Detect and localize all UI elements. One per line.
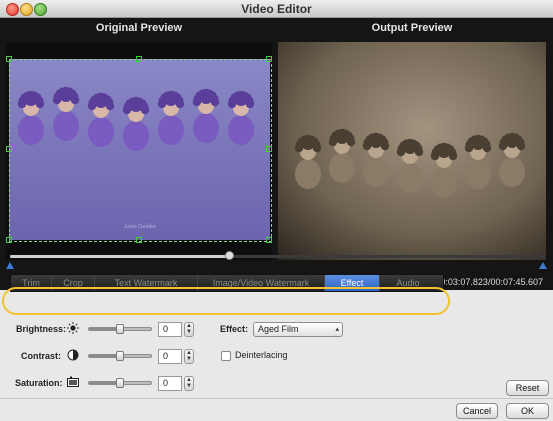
contrast-icon (67, 349, 79, 361)
tab-crop[interactable]: Crop (52, 275, 95, 291)
output-preview (278, 42, 546, 260)
crop-handle-bl[interactable] (6, 237, 12, 243)
updown-arrows-icon: ▴ (335, 326, 339, 333)
tab-trim[interactable]: Trim (11, 275, 52, 291)
start-marker-icon[interactable] (6, 262, 14, 269)
preview-area: Original Preview Output Preview Anne Ged… (0, 18, 553, 290)
crop-selection[interactable] (9, 59, 272, 242)
brightness-icon (67, 322, 79, 334)
saturation-icon (67, 376, 79, 387)
original-preview-title: Original Preview (95, 22, 183, 34)
edit-tabs: Trim Crop Text Watermark Image/Video Wat… (10, 274, 444, 292)
crop-handle-tl[interactable] (6, 56, 12, 62)
effect-label: Effect: (220, 324, 249, 334)
brightness-stepper[interactable]: ▲ ▼ (184, 322, 194, 337)
saturation-slider[interactable] (88, 378, 152, 388)
reset-button[interactable]: Reset (506, 380, 549, 396)
end-marker-icon[interactable] (539, 262, 547, 269)
crop-handle-r[interactable] (266, 146, 272, 152)
contrast-value[interactable]: 0 (158, 349, 182, 364)
deinterlacing-checkbox[interactable] (221, 351, 231, 361)
timeline-track[interactable] (10, 251, 545, 260)
brightness-value[interactable]: 0 (158, 322, 182, 337)
footer-divider (0, 398, 553, 399)
crop-handle-br[interactable] (266, 237, 272, 243)
timecode-display: 00:03:07.823/00:07:45.607 (435, 277, 543, 287)
title-bar: Video Editor (0, 0, 553, 18)
tab-audio[interactable]: Audio (380, 275, 436, 291)
original-preview[interactable]: Anne Geddes (6, 42, 272, 260)
contrast-stepper[interactable]: ▲ ▼ (184, 349, 194, 364)
contrast-slider[interactable] (88, 351, 152, 361)
ok-button[interactable]: OK (506, 403, 549, 419)
brightness-slider[interactable] (88, 324, 152, 334)
deinterlacing-label: Deinterlacing (235, 350, 288, 360)
window-title: Video Editor (241, 2, 312, 16)
crop-handle-t[interactable] (136, 56, 142, 62)
saturation-label: Saturation: (15, 378, 63, 388)
tab-text-watermark[interactable]: Text Watermark (95, 275, 198, 291)
timeline-progress (10, 255, 230, 258)
brightness-label: Brightness: (16, 324, 67, 334)
crop-handle-l[interactable] (6, 146, 12, 152)
effect-select[interactable]: Aged Film ▴ (253, 322, 343, 337)
tab-effect[interactable]: Effect (325, 275, 380, 291)
saturation-value[interactable]: 0 (158, 376, 182, 391)
crop-handle-b[interactable] (136, 237, 142, 243)
cancel-button[interactable]: Cancel (456, 403, 498, 419)
output-preview-title: Output Preview (371, 22, 453, 34)
crop-handle-tr[interactable] (266, 56, 272, 62)
tab-image-video-watermark[interactable]: Image/Video Watermark (198, 275, 325, 291)
effect-select-value: Aged Film (258, 324, 299, 334)
output-photo (278, 42, 546, 260)
saturation-stepper[interactable]: ▲ ▼ (184, 376, 194, 391)
contrast-label: Contrast: (21, 351, 61, 361)
